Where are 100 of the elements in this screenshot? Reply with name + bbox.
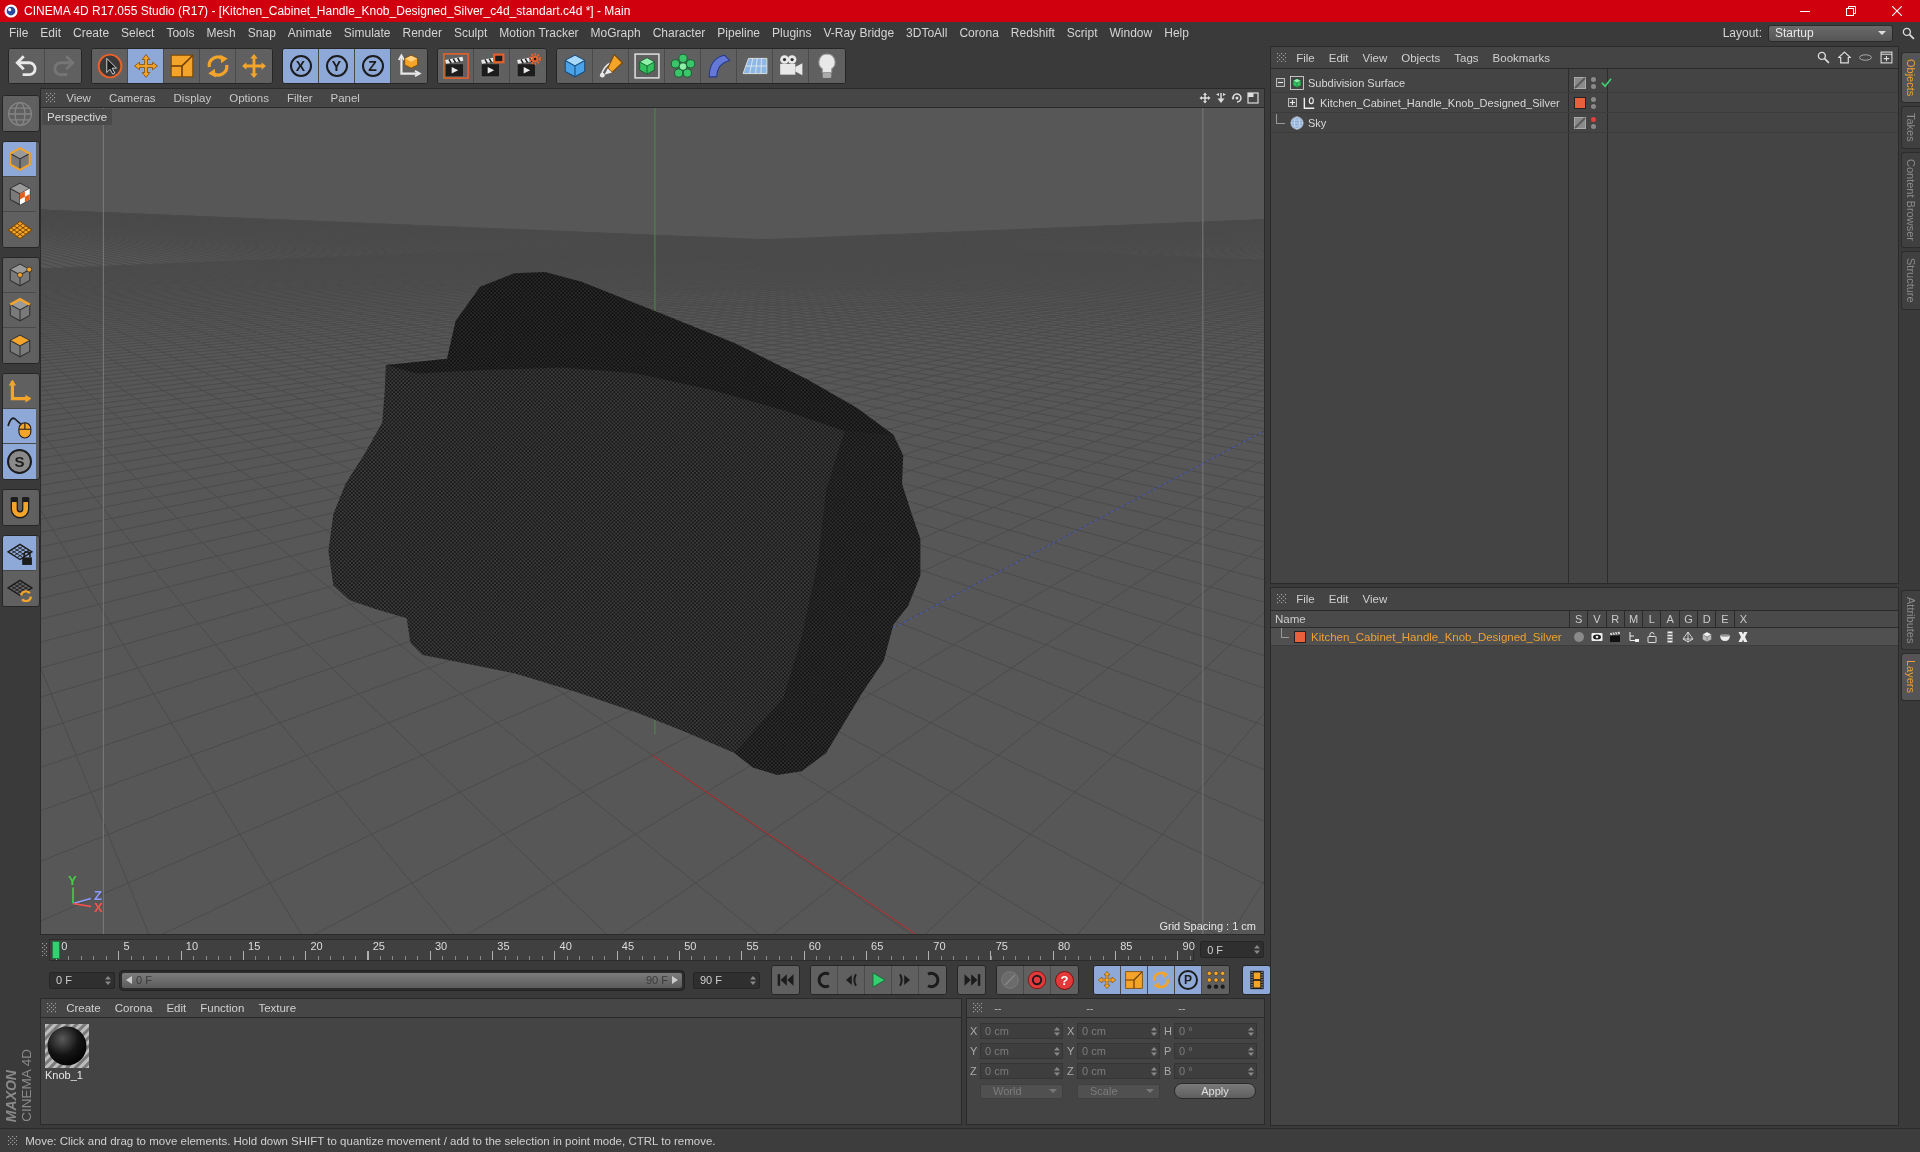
menu-item[interactable]: Edit bbox=[1321, 593, 1356, 605]
eye-icon[interactable] bbox=[1590, 630, 1603, 643]
editor-visibility-dot[interactable] bbox=[1591, 96, 1596, 102]
spinner-icon[interactable] bbox=[1151, 1026, 1157, 1036]
menu-item[interactable]: Corona bbox=[107, 1002, 160, 1014]
zoom-arrows-icon[interactable] bbox=[1215, 92, 1227, 104]
layer-swatch[interactable] bbox=[1574, 96, 1586, 109]
home-icon[interactable] bbox=[1838, 51, 1851, 64]
menu-item[interactable]: Filter bbox=[277, 92, 322, 104]
axis-mode-button[interactable] bbox=[3, 374, 36, 409]
move-key-button[interactable] bbox=[1094, 966, 1121, 994]
column-header[interactable]: S bbox=[1574, 613, 1583, 625]
no-layer-icon[interactable] bbox=[1574, 76, 1586, 89]
timeline-button[interactable] bbox=[1243, 966, 1270, 994]
last-frame-button[interactable] bbox=[958, 966, 985, 994]
spinner-icon[interactable] bbox=[1254, 945, 1261, 954]
column-header[interactable]: M bbox=[1628, 613, 1639, 625]
menu-item[interactable]: Character bbox=[646, 26, 712, 40]
menu-item[interactable]: Objects bbox=[1394, 51, 1448, 64]
hierarchy-icon[interactable] bbox=[1627, 630, 1640, 643]
pan-icon[interactable] bbox=[1199, 92, 1211, 104]
scale-key-button[interactable] bbox=[1121, 966, 1148, 994]
menu-item[interactable]: Simulate bbox=[337, 26, 397, 40]
menu-item[interactable]: Snap bbox=[241, 26, 282, 40]
x-shape-icon[interactable] bbox=[1737, 630, 1750, 643]
spinner-icon[interactable] bbox=[1248, 1046, 1254, 1056]
layer-swatch[interactable] bbox=[1294, 630, 1306, 643]
end-frame-field[interactable]: 90 F bbox=[693, 971, 760, 989]
menu-item[interactable]: Tags bbox=[1447, 51, 1486, 64]
render-visibility-dot[interactable] bbox=[1591, 83, 1596, 89]
menu-item[interactable]: Corona bbox=[953, 26, 1005, 40]
points-mode-button[interactable] bbox=[3, 258, 36, 293]
side-tab[interactable]: Layers bbox=[1901, 653, 1920, 701]
layer-row[interactable]: Kitchen_Cabinet_Handle_Knob_Designed_Silver bbox=[1271, 628, 1898, 646]
playhead[interactable] bbox=[52, 940, 61, 959]
menu-item[interactable]: File bbox=[3, 26, 35, 40]
previous-key-button[interactable] bbox=[811, 966, 838, 994]
editor-visibility-dot[interactable] bbox=[1591, 76, 1596, 82]
menu-item[interactable]: Tools bbox=[160, 26, 201, 40]
workplane-lock-button[interactable] bbox=[3, 536, 36, 571]
column-header[interactable]: L bbox=[1648, 613, 1655, 625]
axis-lock-button[interactable]: Z bbox=[355, 49, 391, 83]
menu-item[interactable]: Animate bbox=[281, 26, 338, 40]
spinner-icon[interactable] bbox=[750, 975, 756, 985]
pyramid-icon[interactable] bbox=[1682, 630, 1695, 643]
solo-dot-icon[interactable] bbox=[1572, 630, 1585, 643]
oval-icon[interactable] bbox=[1859, 51, 1872, 64]
current-frame-field[interactable]: 0 F bbox=[1200, 941, 1265, 958]
side-tab[interactable]: Objects bbox=[1901, 52, 1920, 104]
clapperboard-icon[interactable] bbox=[1609, 630, 1622, 643]
menu-item[interactable]: Create bbox=[67, 26, 116, 40]
search-icon[interactable] bbox=[1902, 26, 1915, 40]
menu-item[interactable]: Edit bbox=[34, 26, 68, 40]
menu-item[interactable]: MoGraph bbox=[584, 26, 647, 40]
search-icon[interactable] bbox=[1817, 51, 1830, 64]
start-frame-field[interactable]: 0 F bbox=[49, 971, 115, 989]
expand-toggle-icon[interactable] bbox=[1288, 98, 1297, 107]
layer-name[interactable]: Kitchen_Cabinet_Handle_Knob_Designed_Silver bbox=[1311, 630, 1562, 643]
spinner-icon[interactable] bbox=[1054, 1046, 1060, 1056]
move-tool-button[interactable] bbox=[128, 49, 164, 83]
parameter-key-button[interactable]: P bbox=[1175, 966, 1202, 994]
column-header[interactable]: G bbox=[1684, 613, 1693, 625]
shaded-cube-icon[interactable] bbox=[1700, 630, 1713, 643]
column-header[interactable]: Name bbox=[1275, 613, 1306, 625]
maximize-icon[interactable] bbox=[1247, 92, 1259, 104]
menu-item[interactable]: View bbox=[1355, 593, 1395, 605]
menu-item[interactable]: Edit bbox=[1321, 51, 1356, 64]
menu-item[interactable]: Options bbox=[220, 92, 278, 104]
menu-item[interactable]: Panel bbox=[321, 92, 369, 104]
column-header[interactable]: D bbox=[1702, 613, 1711, 625]
menu-item[interactable]: File bbox=[1289, 51, 1322, 64]
menu-item[interactable]: File bbox=[1289, 593, 1322, 605]
menu-item[interactable]: Texture bbox=[251, 1002, 304, 1014]
column-header[interactable]: V bbox=[1593, 613, 1601, 625]
no-layer-icon[interactable] bbox=[1574, 116, 1586, 129]
object-name[interactable]: Kitchen_Cabinet_Handle_Knob_Designed_Silver bbox=[1320, 96, 1560, 109]
object-name[interactable]: Subdivision Surface bbox=[1308, 76, 1406, 89]
menu-item[interactable]: Edit bbox=[159, 1002, 194, 1014]
viewport[interactable]: Perspective Grid Spacing : 1 cm Y Z X bbox=[40, 107, 1265, 935]
knob-model[interactable] bbox=[328, 272, 921, 775]
render-view-button[interactable] bbox=[438, 49, 474, 83]
column-header[interactable]: R bbox=[1611, 613, 1620, 625]
menu-item[interactable]: Plugins bbox=[766, 26, 818, 40]
apply-button[interactable]: Apply bbox=[1174, 1083, 1256, 1099]
menu-item[interactable]: Function bbox=[193, 1002, 252, 1014]
column-header[interactable]: E bbox=[1721, 613, 1729, 625]
orbit-icon[interactable] bbox=[1231, 92, 1243, 104]
spinner-icon[interactable] bbox=[105, 975, 111, 985]
check-icon[interactable] bbox=[1601, 77, 1612, 88]
column-header[interactable]: X bbox=[1739, 613, 1747, 625]
menu-item[interactable]: Select bbox=[115, 26, 161, 40]
material-item[interactable]: Knob_1 bbox=[43, 1022, 89, 1083]
right-arrow-icon[interactable] bbox=[672, 976, 678, 984]
column-header[interactable]: A bbox=[1666, 613, 1674, 625]
add-panel-icon[interactable] bbox=[1880, 51, 1893, 64]
spinner-icon[interactable] bbox=[1248, 1026, 1254, 1036]
rotate-key-button[interactable] bbox=[1148, 966, 1175, 994]
render-visibility-dot[interactable] bbox=[1591, 123, 1596, 129]
left-arrow-icon[interactable] bbox=[126, 976, 132, 984]
menu-item[interactable]: Script bbox=[1060, 26, 1104, 40]
